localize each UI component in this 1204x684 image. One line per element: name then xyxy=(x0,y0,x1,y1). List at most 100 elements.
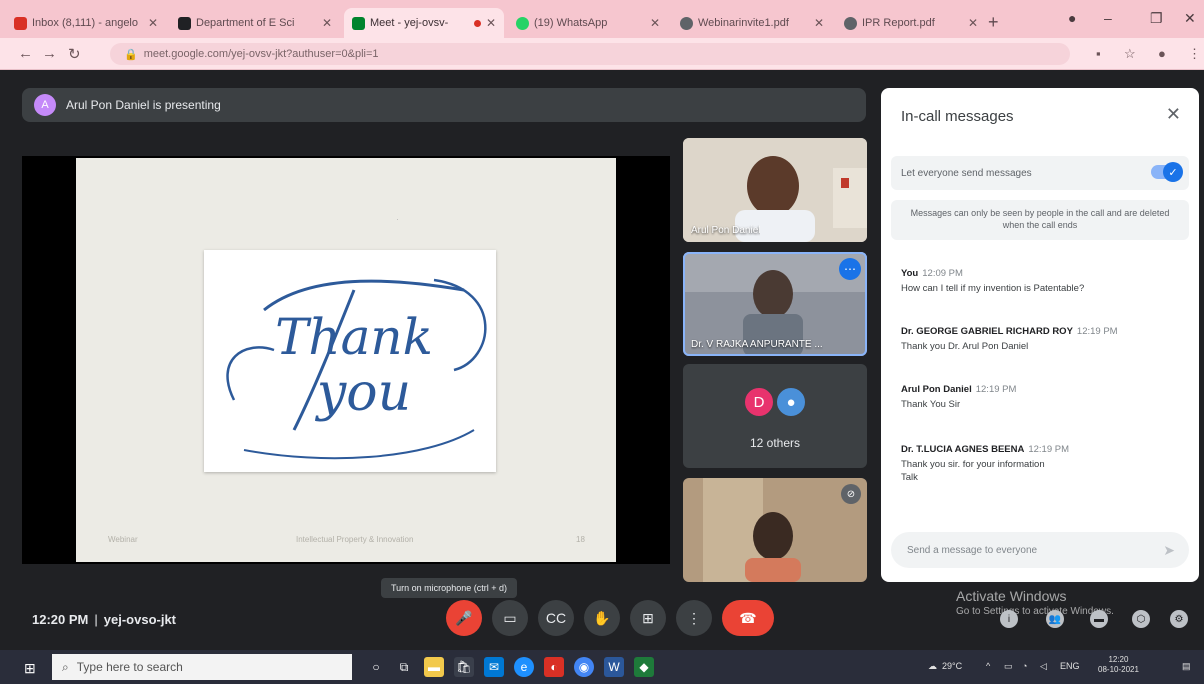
message-sender: Dr. T.LUCIA AGNES BEENA xyxy=(901,444,1025,455)
more-options-button[interactable]: ⋮ xyxy=(676,600,712,636)
mail-icon[interactable]: ✉ xyxy=(484,657,504,677)
others-count: 12 others xyxy=(749,436,801,450)
thank-you-card: Thank you xyxy=(204,250,496,472)
cortana-icon[interactable]: ○ xyxy=(366,657,386,677)
edge-icon[interactable]: e xyxy=(514,657,534,677)
language-indicator[interactable]: ENG xyxy=(1060,661,1080,671)
url-text: meet.google.com/yej-ovsv-jkt?authuser=0&… xyxy=(143,48,379,60)
windows-taskbar: ⊞ ⌕ Type here to search ○ ⧉ ▬ 🛍 ✉ e ◐ ◉ … xyxy=(0,650,1204,684)
address-bar[interactable]: 🔒 meet.google.com/yej-ovsv-jkt?authuser=… xyxy=(110,43,1070,65)
chat-icon[interactable]: ▬ xyxy=(1090,610,1108,628)
windows-start-icon[interactable]: ⊞ xyxy=(24,660,36,677)
presentation-stage: · Thank you Webinar Intellectual Propert… xyxy=(22,156,670,564)
slide-footer-center: Intellectual Property & Innovation xyxy=(296,535,414,544)
camera-indicator-icon[interactable]: ▪ xyxy=(1096,46,1101,61)
tab-webinar-pdf[interactable]: Webinarinvite1.pdf ✕ xyxy=(672,8,832,38)
store-icon[interactable]: 🛍 xyxy=(454,657,474,677)
chat-input[interactable]: Send a message to everyone ➤ xyxy=(891,532,1189,568)
profile-dot-icon[interactable]: ● xyxy=(1068,10,1076,26)
close-icon[interactable]: ✕ xyxy=(322,16,332,30)
tab-title: Inbox (8,111) - angelo xyxy=(32,17,138,29)
microphone-off-button[interactable]: 🎤 xyxy=(446,600,482,636)
minimize-icon[interactable]: – xyxy=(1104,10,1112,26)
app-icon[interactable]: ◆ xyxy=(634,657,654,677)
whatsapp-icon xyxy=(516,16,529,30)
message-text: Thank you Dr. Arul Pon Daniel xyxy=(901,341,1029,352)
profile-avatar-icon[interactable]: ● xyxy=(1158,46,1166,61)
participant-name: Arul Pon Daniel xyxy=(691,225,761,236)
forward-arrow-icon[interactable]: → xyxy=(42,45,57,62)
close-icon[interactable]: ✕ xyxy=(814,16,824,30)
search-icon: ⌕ xyxy=(62,659,69,674)
participant-tile-speaking[interactable]: ⋯ Dr. V RAJKA ANPURANTE ... xyxy=(683,252,867,356)
in-call-messages-panel: In-call messages ✕ Let everyone send mes… xyxy=(881,88,1199,582)
chevron-up-icon[interactable]: ^ xyxy=(986,661,990,671)
star-icon[interactable]: ☆ xyxy=(1124,46,1136,62)
info-icon[interactable]: i xyxy=(1000,610,1018,628)
tab-meet[interactable]: Meet - yej-ovsv- ✕ xyxy=(344,8,504,38)
word-icon[interactable]: W xyxy=(604,657,624,677)
tab-department[interactable]: Department of E Sci ✕ xyxy=(170,8,340,38)
globe-icon xyxy=(844,16,857,30)
participant-tile[interactable]: ⊘ xyxy=(683,478,867,582)
raise-hand-button[interactable]: ✋ xyxy=(584,600,620,636)
close-icon[interactable]: ✕ xyxy=(148,16,158,30)
weather-icon[interactable]: ☁ xyxy=(928,661,937,672)
close-icon[interactable]: ✕ xyxy=(650,16,660,30)
panel-title: In-call messages xyxy=(901,108,1014,125)
new-tab-plus-icon[interactable]: + xyxy=(988,12,999,33)
camera-button[interactable]: ▭ xyxy=(492,600,528,636)
close-icon[interactable]: ✕ xyxy=(1166,104,1181,125)
more-options-icon[interactable]: ⋯ xyxy=(839,258,861,280)
allow-messages-label: Let everyone send messages xyxy=(901,167,1032,179)
captions-button[interactable]: CC xyxy=(538,600,574,636)
people-icon[interactable]: 👥 xyxy=(1046,610,1064,628)
tab-ipr-pdf[interactable]: IPR Report.pdf ✕ xyxy=(836,8,986,38)
others-avatars: D ● xyxy=(683,386,867,418)
tab-whatsapp[interactable]: (19) WhatsApp ✕ xyxy=(508,8,668,38)
taskbar-search[interactable]: ⌕ Type here to search xyxy=(52,654,352,680)
host-controls-icon[interactable]: ⚙ xyxy=(1170,610,1188,628)
activities-icon[interactable]: ⬡ xyxy=(1132,610,1150,628)
message-time: 12:19 PM xyxy=(1076,326,1118,337)
end-call-button[interactable]: ☎ xyxy=(722,600,774,636)
others-tile[interactable]: D ● 12 others xyxy=(683,364,867,468)
thank-you-script: Thank you xyxy=(226,278,487,460)
reload-icon[interactable]: ↻ xyxy=(68,45,81,63)
app-icon[interactable]: ◐ xyxy=(544,657,564,677)
allow-messages-row: Let everyone send messages ✓ xyxy=(891,156,1189,190)
browser-tab-strip: Inbox (8,111) - angelo ✕ Department of E… xyxy=(0,0,1204,38)
close-window-icon[interactable]: ✕ xyxy=(1184,10,1196,27)
close-icon[interactable]: ✕ xyxy=(968,16,978,30)
message-text: How can I tell if my invention is Patent… xyxy=(901,283,1085,294)
search-placeholder: Type here to search xyxy=(76,660,183,674)
lock-icon: 🔒 xyxy=(124,48,138,61)
participant-tile[interactable]: Arul Pon Daniel xyxy=(683,138,867,242)
presenter-label: Arul Pon Daniel is presenting xyxy=(66,98,221,112)
file-explorer-icon[interactable]: ▬ xyxy=(424,657,444,677)
tab-gmail[interactable]: Inbox (8,111) - angelo ✕ xyxy=(6,8,166,38)
network-icon: ◔ xyxy=(1022,661,1028,671)
activate-windows-watermark: Activate Windows Go to Settings to activ… xyxy=(956,588,1114,617)
present-button[interactable]: ⊞ xyxy=(630,600,666,636)
chrome-icon[interactable]: ◉ xyxy=(574,657,594,677)
notifications-icon[interactable]: ▤ xyxy=(1182,661,1191,672)
message-time: 12:09 PM xyxy=(922,268,963,279)
site-icon xyxy=(178,16,191,30)
maximize-icon[interactable]: ❐ xyxy=(1150,10,1163,27)
volume-icon[interactable]: ◁ xyxy=(1040,661,1047,672)
recording-dot-icon xyxy=(473,19,481,27)
slide-page-number: 18 xyxy=(576,535,585,544)
participant-video xyxy=(683,478,867,582)
clock[interactable]: 12:20 08-10-2021 xyxy=(1098,655,1139,676)
tab-title: Webinarinvite1.pdf xyxy=(698,17,789,29)
task-view-icon[interactable]: ⧉ xyxy=(394,657,414,677)
back-arrow-icon[interactable]: ← xyxy=(18,45,33,62)
menu-kebab-icon[interactable]: ⋮ xyxy=(1188,46,1201,62)
close-icon[interactable]: ✕ xyxy=(486,16,496,30)
allow-messages-toggle[interactable]: ✓ xyxy=(1151,162,1183,182)
avatar: ● xyxy=(775,386,807,418)
message-sender: You xyxy=(901,268,919,279)
send-icon[interactable]: ➤ xyxy=(1163,542,1175,559)
message-sender: Arul Pon Daniel xyxy=(901,384,972,395)
